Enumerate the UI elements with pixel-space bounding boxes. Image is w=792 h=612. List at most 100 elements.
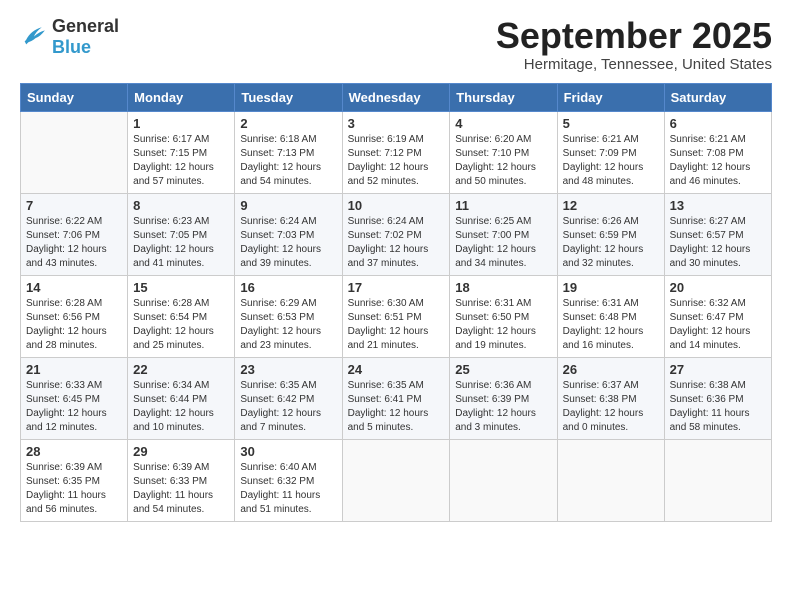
logo: General Blue: [20, 16, 119, 58]
day-number: 18: [455, 280, 551, 295]
cell-info: Sunrise: 6:21 AM Sunset: 7:09 PM Dayligh…: [563, 133, 659, 189]
cell-info: Sunrise: 6:29 AM Sunset: 6:53 PM Dayligh…: [240, 297, 336, 353]
cell-info: Sunrise: 6:30 AM Sunset: 6:51 PM Dayligh…: [348, 297, 445, 353]
calendar-cell: 27 Sunrise: 6:38 AM Sunset: 6:36 PM Dayli…: [664, 357, 771, 439]
day-number: 21: [26, 362, 122, 377]
cell-info: Sunrise: 6:37 AM Sunset: 6:38 PM Dayligh…: [563, 379, 659, 435]
calendar-cell: 6 Sunrise: 6:21 AM Sunset: 7:08 PM Daylig…: [664, 111, 771, 193]
weekday-header-thursday: Thursday: [450, 83, 557, 111]
cell-info: Sunrise: 6:27 AM Sunset: 6:57 PM Dayligh…: [670, 215, 766, 271]
day-number: 9: [240, 198, 336, 213]
cell-info: Sunrise: 6:34 AM Sunset: 6:44 PM Dayligh…: [133, 379, 229, 435]
calendar-cell: 8 Sunrise: 6:23 AM Sunset: 7:05 PM Daylig…: [128, 193, 235, 275]
day-number: 22: [133, 362, 229, 377]
weekday-header-saturday: Saturday: [664, 83, 771, 111]
day-number: 3: [348, 116, 445, 131]
cell-info: Sunrise: 6:36 AM Sunset: 6:39 PM Dayligh…: [455, 379, 551, 435]
cell-info: Sunrise: 6:35 AM Sunset: 6:41 PM Dayligh…: [348, 379, 445, 435]
cell-info: Sunrise: 6:17 AM Sunset: 7:15 PM Dayligh…: [133, 133, 229, 189]
day-number: 4: [455, 116, 551, 131]
week-row-4: 21 Sunrise: 6:33 AM Sunset: 6:45 PM Dayli…: [21, 357, 772, 439]
day-number: 14: [26, 280, 122, 295]
day-number: 12: [563, 198, 659, 213]
calendar-cell: 29Sunrise: 6:39 AM Sunset: 6:33 PM Dayli…: [128, 439, 235, 521]
weekday-header-tuesday: Tuesday: [235, 83, 342, 111]
day-number: 7: [26, 198, 122, 213]
weekday-header-row: SundayMondayTuesdayWednesdayThursdayFrid…: [21, 83, 772, 111]
location-title: Hermitage, Tennessee, United States: [496, 56, 772, 73]
calendar-cell: [557, 439, 664, 521]
calendar-cell: 21 Sunrise: 6:33 AM Sunset: 6:45 PM Dayli…: [21, 357, 128, 439]
day-number: 28: [26, 444, 122, 459]
cell-info: Sunrise: 6:39 AM Sunset: 6:35 PM Dayligh…: [26, 461, 122, 517]
day-number: 19: [563, 280, 659, 295]
weekday-header-sunday: Sunday: [21, 83, 128, 111]
title-area: September 2025 Hermitage, Tennessee, Uni…: [496, 16, 772, 73]
calendar-cell: 28 Sunrise: 6:39 AM Sunset: 6:35 PM Dayli…: [21, 439, 128, 521]
calendar-cell: 23 Sunrise: 6:35 AM Sunset: 6:42 PM Dayli…: [235, 357, 342, 439]
day-number: 25: [455, 362, 551, 377]
day-number: 10: [348, 198, 445, 213]
calendar-cell: 4Sunrise: 6:20 AM Sunset: 7:10 PM Daylig…: [450, 111, 557, 193]
week-row-1: 1 Sunrise: 6:17 AM Sunset: 7:15 PM Daylig…: [21, 111, 772, 193]
day-number: 30: [240, 444, 336, 459]
logo-general-text: General: [52, 16, 119, 37]
calendar-cell: 26Sunrise: 6:37 AM Sunset: 6:38 PM Dayli…: [557, 357, 664, 439]
day-number: 16: [240, 280, 336, 295]
calendar-cell: 19 Sunrise: 6:31 AM Sunset: 6:48 PM Dayli…: [557, 275, 664, 357]
cell-info: Sunrise: 6:39 AM Sunset: 6:33 PM Dayligh…: [133, 461, 229, 517]
calendar-cell: 15 Sunrise: 6:28 AM Sunset: 6:54 PM Dayli…: [128, 275, 235, 357]
day-number: 8: [133, 198, 229, 213]
logo-blue-text: Blue: [52, 37, 119, 58]
week-row-3: 14 Sunrise: 6:28 AM Sunset: 6:56 PM Dayli…: [21, 275, 772, 357]
calendar-cell: 5 Sunrise: 6:21 AM Sunset: 7:09 PM Daylig…: [557, 111, 664, 193]
cell-info: Sunrise: 6:35 AM Sunset: 6:42 PM Dayligh…: [240, 379, 336, 435]
day-number: 20: [670, 280, 766, 295]
calendar-cell: 14 Sunrise: 6:28 AM Sunset: 6:56 PM Dayli…: [21, 275, 128, 357]
calendar-cell: [21, 111, 128, 193]
cell-info: Sunrise: 6:33 AM Sunset: 6:45 PM Dayligh…: [26, 379, 122, 435]
weekday-header-monday: Monday: [128, 83, 235, 111]
cell-info: Sunrise: 6:31 AM Sunset: 6:50 PM Dayligh…: [455, 297, 551, 353]
week-row-2: 7 Sunrise: 6:22 AM Sunset: 7:06 PM Daylig…: [21, 193, 772, 275]
calendar-cell: 10 Sunrise: 6:24 AM Sunset: 7:02 PM Dayli…: [342, 193, 450, 275]
calendar-cell: 17 Sunrise: 6:30 AM Sunset: 6:51 PM Dayli…: [342, 275, 450, 357]
cell-info: Sunrise: 6:38 AM Sunset: 6:36 PM Dayligh…: [670, 379, 766, 435]
day-number: 1: [133, 116, 229, 131]
cell-info: Sunrise: 6:31 AM Sunset: 6:48 PM Dayligh…: [563, 297, 659, 353]
calendar-cell: 12Sunrise: 6:26 AM Sunset: 6:59 PM Dayli…: [557, 193, 664, 275]
cell-info: Sunrise: 6:23 AM Sunset: 7:05 PM Dayligh…: [133, 215, 229, 271]
day-number: 6: [670, 116, 766, 131]
cell-info: Sunrise: 6:18 AM Sunset: 7:13 PM Dayligh…: [240, 133, 336, 189]
calendar-cell: 20Sunrise: 6:32 AM Sunset: 6:47 PM Dayli…: [664, 275, 771, 357]
calendar-cell: 30 Sunrise: 6:40 AM Sunset: 6:32 PM Dayli…: [235, 439, 342, 521]
cell-info: Sunrise: 6:28 AM Sunset: 6:54 PM Dayligh…: [133, 297, 229, 353]
day-number: 23: [240, 362, 336, 377]
cell-info: Sunrise: 6:40 AM Sunset: 6:32 PM Dayligh…: [240, 461, 336, 517]
cell-info: Sunrise: 6:24 AM Sunset: 7:02 PM Dayligh…: [348, 215, 445, 271]
day-number: 15: [133, 280, 229, 295]
month-title: September 2025: [496, 16, 772, 56]
calendar-cell: 9Sunrise: 6:24 AM Sunset: 7:03 PM Daylig…: [235, 193, 342, 275]
calendar-cell: [342, 439, 450, 521]
day-number: 11: [455, 198, 551, 213]
day-number: 13: [670, 198, 766, 213]
day-number: 27: [670, 362, 766, 377]
day-number: 2: [240, 116, 336, 131]
header: General Blue September 2025 Hermitage, T…: [20, 16, 772, 73]
calendar-cell: 24Sunrise: 6:35 AM Sunset: 6:41 PM Dayli…: [342, 357, 450, 439]
calendar-cell: 18 Sunrise: 6:31 AM Sunset: 6:50 PM Dayli…: [450, 275, 557, 357]
calendar-cell: [664, 439, 771, 521]
calendar-cell: 2 Sunrise: 6:18 AM Sunset: 7:13 PM Daylig…: [235, 111, 342, 193]
day-number: 5: [563, 116, 659, 131]
day-number: 17: [348, 280, 445, 295]
calendar-cell: [450, 439, 557, 521]
cell-info: Sunrise: 6:22 AM Sunset: 7:06 PM Dayligh…: [26, 215, 122, 271]
calendar-cell: 22 Sunrise: 6:34 AM Sunset: 6:44 PM Dayli…: [128, 357, 235, 439]
calendar-cell: 13 Sunrise: 6:27 AM Sunset: 6:57 PM Dayli…: [664, 193, 771, 275]
calendar-cell: 16 Sunrise: 6:29 AM Sunset: 6:53 PM Dayli…: [235, 275, 342, 357]
cell-info: Sunrise: 6:28 AM Sunset: 6:56 PM Dayligh…: [26, 297, 122, 353]
weekday-header-wednesday: Wednesday: [342, 83, 450, 111]
cell-info: Sunrise: 6:25 AM Sunset: 7:00 PM Dayligh…: [455, 215, 551, 271]
cell-info: Sunrise: 6:21 AM Sunset: 7:08 PM Dayligh…: [670, 133, 766, 189]
